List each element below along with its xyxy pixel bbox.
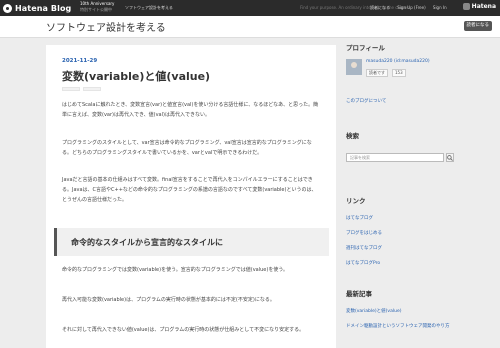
search-icon [447,154,453,161]
readers-widget: 読者です 153 [366,69,406,77]
profile-heading: プロフィール [346,44,385,52]
hatena-blog-logo[interactable]: Hatena Blog [3,3,71,13]
readers-button[interactable]: 読者です [366,69,388,77]
blog-header: ソフトウェア設計を考える 読者になる [0,16,500,38]
search-heading: 検索 [346,132,359,140]
article-date[interactable]: 2021-11-29 [62,58,97,64]
article-title[interactable]: 変数(variable)と値(value) [62,68,210,84]
subscribe-button[interactable]: 読者になる [463,21,492,31]
hatena-logo-icon [3,3,12,13]
promo-subtitle: 特別サイト公開中 [80,7,112,12]
sidebar-link[interactable]: はてなブログPro [346,260,380,266]
recent-heading: 最新記事 [346,290,372,298]
section-heading: 命令的なスタイルから宣言的なスタイルに [54,228,329,256]
share-buttons [62,87,101,91]
article-paragraph: 再代入可能な変数(variable)は、プログラムの実行時の状態が基本的には不定… [62,297,275,303]
article: 2021-11-29 変数(variable)と値(value) はじめてSca… [46,45,336,348]
sidebar-link[interactable]: はてなブログ [346,215,373,221]
hatena-brand-text: Hatena [471,3,496,10]
search-input[interactable]: 記事を検索 [346,153,444,162]
section-heading-text: 命令的なスタイルから宣言的なスタイルに [71,238,223,247]
readers-count: 153 [392,69,406,77]
hatena-topbar: Hatena Blog 10th Anniversary 特別サイト公開中 ソフ… [0,0,500,16]
anniversary-promo[interactable]: 10th Anniversary 特別サイト公開中 [80,1,114,13]
article-paragraph: それに対して再代入できない値(value)は、プログラムの実行時の状態が仕組みと… [62,327,305,333]
article-paragraph: はじめてScalaに触れたとき、変数宣言(var)と値宣言(val)を使い分ける… [62,102,319,118]
article-paragraph: Javaだと言語の基本の仕組みはすべて変数。final宣言をすることで再代入をコ… [62,177,317,203]
share-button[interactable] [62,87,80,91]
logo-text: Hatena Blog [15,3,72,13]
topbar-subscribe-link[interactable]: 読者になる [370,5,390,10]
search-button[interactable] [446,153,454,162]
about-blog-link[interactable]: このブログについて [346,98,386,104]
hatena-brand-icon [462,3,470,10]
links-heading: リンク [346,197,366,205]
recent-entry-link[interactable]: ドメイン駆動設計というソフトウェア開発のやり方 [346,323,450,329]
topbar-links: 読者になる Sign Up (Free) Sign In [370,5,453,11]
hatena-brand[interactable]: Hatena [462,3,496,10]
topbar-blog-link[interactable]: ソフトウェア設計を考える [125,5,173,11]
topbar-signup-link[interactable]: Sign Up (Free) [397,5,425,10]
topbar-signin-link[interactable]: Sign In [433,5,447,10]
article-paragraph: 命令的なプログラミングでは変数(variable)を使う。宣言的なプログラミング… [62,267,289,273]
share-button[interactable] [83,87,101,91]
sidebar-link[interactable]: 週刊はてなブログ [346,245,382,251]
profile-user-link[interactable]: masuda220 (id:masuda220) [366,59,430,64]
recent-entry-link[interactable]: 変数(variable)と値(value) [346,308,401,314]
sidebar-link[interactable]: ブログをはじめる [346,230,382,236]
blog-title[interactable]: ソフトウェア設計を考える [46,19,166,34]
article-paragraph: プログラミングのスタイルとして、var宣言は命令的なプログラミング、val宣言は… [62,140,312,156]
avatar[interactable] [346,59,362,75]
